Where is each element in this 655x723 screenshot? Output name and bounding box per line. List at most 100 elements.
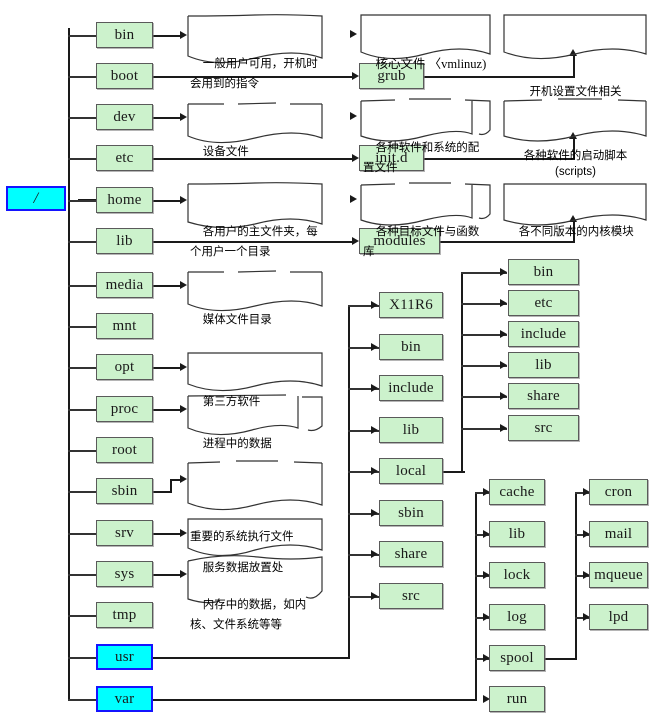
connector-bin-note [152,35,182,37]
connector-stub-srv [68,533,98,535]
node-var-lib[interactable]: lib [489,521,545,547]
node-local-etc[interactable]: etc [508,290,579,316]
node-spool-lpd[interactable]: lpd [589,604,648,630]
node-usr-local[interactable]: local [379,458,443,484]
arrow-etc-cfgnote [350,112,357,120]
node-media[interactable]: media [96,272,153,298]
connector-stub-boot [68,76,98,78]
node-lib[interactable]: lib [96,228,153,254]
note-sys-text: 内存中的数据，如内核、文件系统等等 [190,599,307,631]
connector-home-note [152,200,182,202]
note-home: 各用户的主文件夹，每个用户一个目录 [186,180,324,258]
node-local-lib[interactable]: lib [508,352,579,378]
connector-stub-sys [68,574,98,576]
node-var-lock[interactable]: lock [489,562,545,588]
connector-sys-note [152,574,182,576]
connector-stub-var [68,699,98,701]
connector-srv-note [152,533,182,535]
node-mnt[interactable]: mnt [96,313,153,339]
node-usr-x11r6[interactable]: X11R6 [379,292,443,318]
note-bin: 一般用户可用，开机时会用到的指令 [186,12,324,90]
connector-stub-proc [68,409,98,411]
node-usr-share[interactable]: share [379,541,443,567]
note-scripts-text: 各种软件的启动脚本 (scripts) [523,150,628,178]
node-spool-cron[interactable]: cron [589,479,648,505]
note-bootcfg-text: 开机设置文件相关 [529,86,622,98]
node-spool-mail[interactable]: mail [589,521,648,547]
arrow-boot-grub [352,72,359,80]
connector-stub-bin [68,35,98,37]
note-kernel: 核心文件 〈vmlinuz) [359,12,492,71]
arrow-lib-modules [352,237,359,245]
arrow-local-lib [500,361,507,369]
arrow-usr-bin [371,343,378,351]
arrow-usr-lib [371,426,378,434]
node-local-bin[interactable]: bin [508,259,579,285]
note-dev-text: 设备文件 [202,146,249,158]
node-var-spool[interactable]: spool [489,645,545,671]
note-sbin-text: 重要的系统执行文件 [190,531,294,543]
node-usr-src[interactable]: src [379,583,443,609]
arrow-local-share [500,392,507,400]
node-home[interactable]: home [96,187,153,213]
node-tmp[interactable]: tmp [96,602,153,628]
connector-usr-trunk-v [348,305,350,659]
note-bin-text: 一般用户可用，开机时会用到的指令 [190,58,318,90]
arrow-usr-src [371,592,378,600]
node-usr-sbin[interactable]: sbin [379,500,443,526]
note-sbin: 重要的系统执行文件 [186,457,324,543]
node-local-src[interactable]: src [508,415,579,441]
node-usr[interactable]: usr [96,644,153,670]
note-kmods-text: 各不同版本的内核模块 [518,226,634,238]
node-var-cache[interactable]: cache [489,479,545,505]
node-usr-lib[interactable]: lib [379,417,443,443]
note-sys: 内存中的数据，如内核、文件系统等等 [186,553,324,631]
node-bin[interactable]: bin [96,22,153,48]
connector-stub-sbin [68,491,98,493]
connector-stub-mnt [68,326,98,328]
node-dev[interactable]: dev [96,104,153,130]
note-opt: 第三方软件 [186,350,324,408]
arrow-usr-local [371,467,378,475]
connector-dev-note [152,117,182,119]
arrow-etc-initd [352,154,359,162]
arrow-usr-x11r6 [371,301,378,309]
connector-media-note [152,285,182,287]
connector-stub-lib [68,241,98,243]
node-srv[interactable]: srv [96,520,153,546]
arrow-usr-share [371,550,378,558]
node-proc[interactable]: proc [96,396,153,422]
connector-opt-note [152,367,182,369]
arrow-local-src [500,424,507,432]
connector-proc-note [152,409,182,411]
node-var-log[interactable]: log [489,604,545,630]
connector-sbin-note-a [152,491,172,493]
node-sys[interactable]: sys [96,561,153,587]
connector-stub-opt [68,367,98,369]
connector-spool-trunk-h [545,658,577,660]
note-libobj: 各种目标文件与函数库 [359,180,492,258]
node-usr-include[interactable]: include [379,375,443,401]
node-local-include[interactable]: include [508,321,579,347]
note-kernel-text: 核心文件 〈vmlinuz) [375,57,487,71]
node-rootdir[interactable]: root [96,437,153,463]
node-opt[interactable]: opt [96,354,153,380]
node-var-run[interactable]: run [489,686,545,712]
node-etc[interactable]: etc [96,145,153,171]
note-scripts: 各种软件的启动脚本 (scripts) [502,96,648,178]
connector-usr-trunk-h [152,657,350,659]
node-boot[interactable]: boot [96,63,153,89]
connector-stub-media [68,285,98,287]
node-sbin[interactable]: sbin [96,478,153,504]
connector-var-trunk-v [475,492,477,701]
node-local-share[interactable]: share [508,383,579,409]
arrow-usr-include [371,384,378,392]
connector-stub-etc [68,158,98,160]
node-usr-bin[interactable]: bin [379,334,443,360]
diagram-canvas: / bin boot dev etc home lib media mnt op… [0,0,655,723]
note-bootcfg: 开机设置文件相关 [502,12,648,98]
node-var[interactable]: var [96,686,153,712]
note-proc-text: 进程中的数据 [202,438,272,450]
node-spool-mqueue[interactable]: mqueue [589,562,648,588]
node-root[interactable]: / [6,186,66,211]
